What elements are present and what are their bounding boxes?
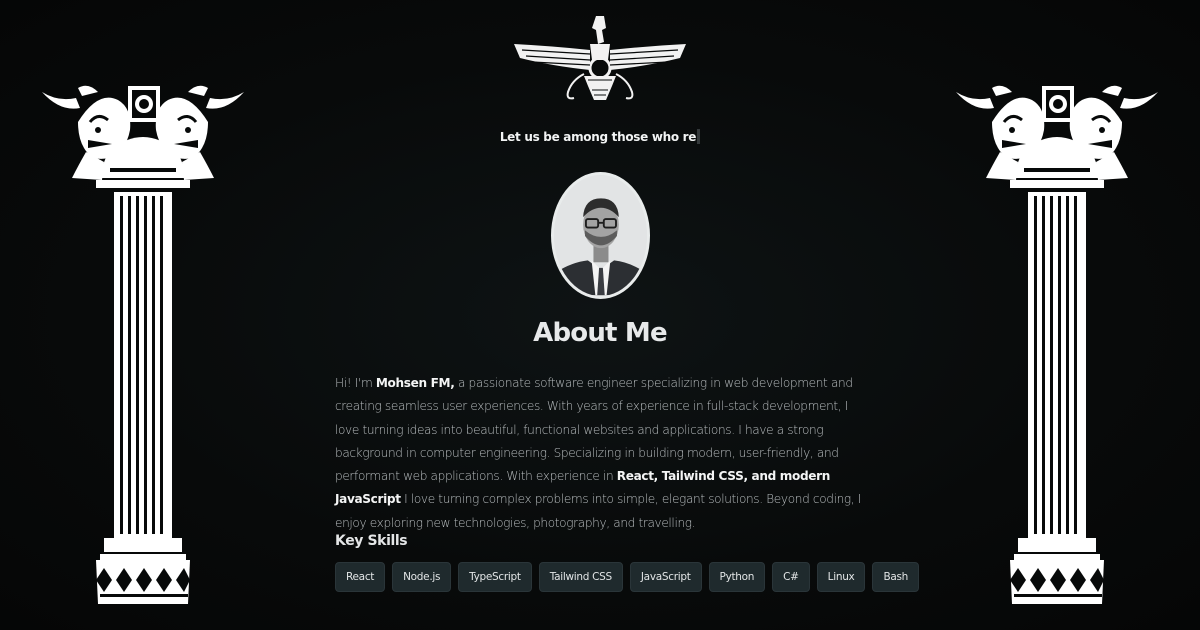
bio-name: Mohsen FM,: [375, 376, 455, 390]
bio-intro: Hi! I'm: [335, 376, 376, 390]
bio-body: a passionate software engineer specializ…: [335, 376, 853, 484]
bio-closing: I love turning complex problems into sim…: [335, 492, 862, 530]
skills-title: Key Skills: [335, 533, 408, 549]
skill-chip-python: Python: [708, 562, 766, 592]
typed-tagline: Let us be among those who re: [0, 129, 1200, 144]
skills-list: React Node.js TypeScript Tailwind CSS Ja…: [335, 562, 920, 592]
skill-chip-csharp: C#: [772, 562, 810, 592]
typed-tagline-text: Let us be among those who re: [499, 130, 697, 144]
typing-caret: [697, 129, 701, 144]
about-title: About Me: [533, 318, 668, 348]
skill-chip-react: React: [335, 562, 386, 592]
skill-chip-nodejs: Node.js: [392, 562, 452, 592]
skill-chip-tailwind: Tailwind CSS: [538, 562, 623, 592]
skill-chip-javascript: JavaScript: [629, 562, 702, 592]
profile-avatar: [551, 172, 650, 299]
skill-chip-typescript: TypeScript: [458, 562, 532, 592]
skill-chip-linux: Linux: [816, 562, 866, 592]
faravahar-icon: [512, 14, 688, 104]
skill-chip-bash: Bash: [872, 562, 920, 592]
about-bio: Hi! I'm Mohsen FM, a passionate software…: [335, 372, 870, 535]
